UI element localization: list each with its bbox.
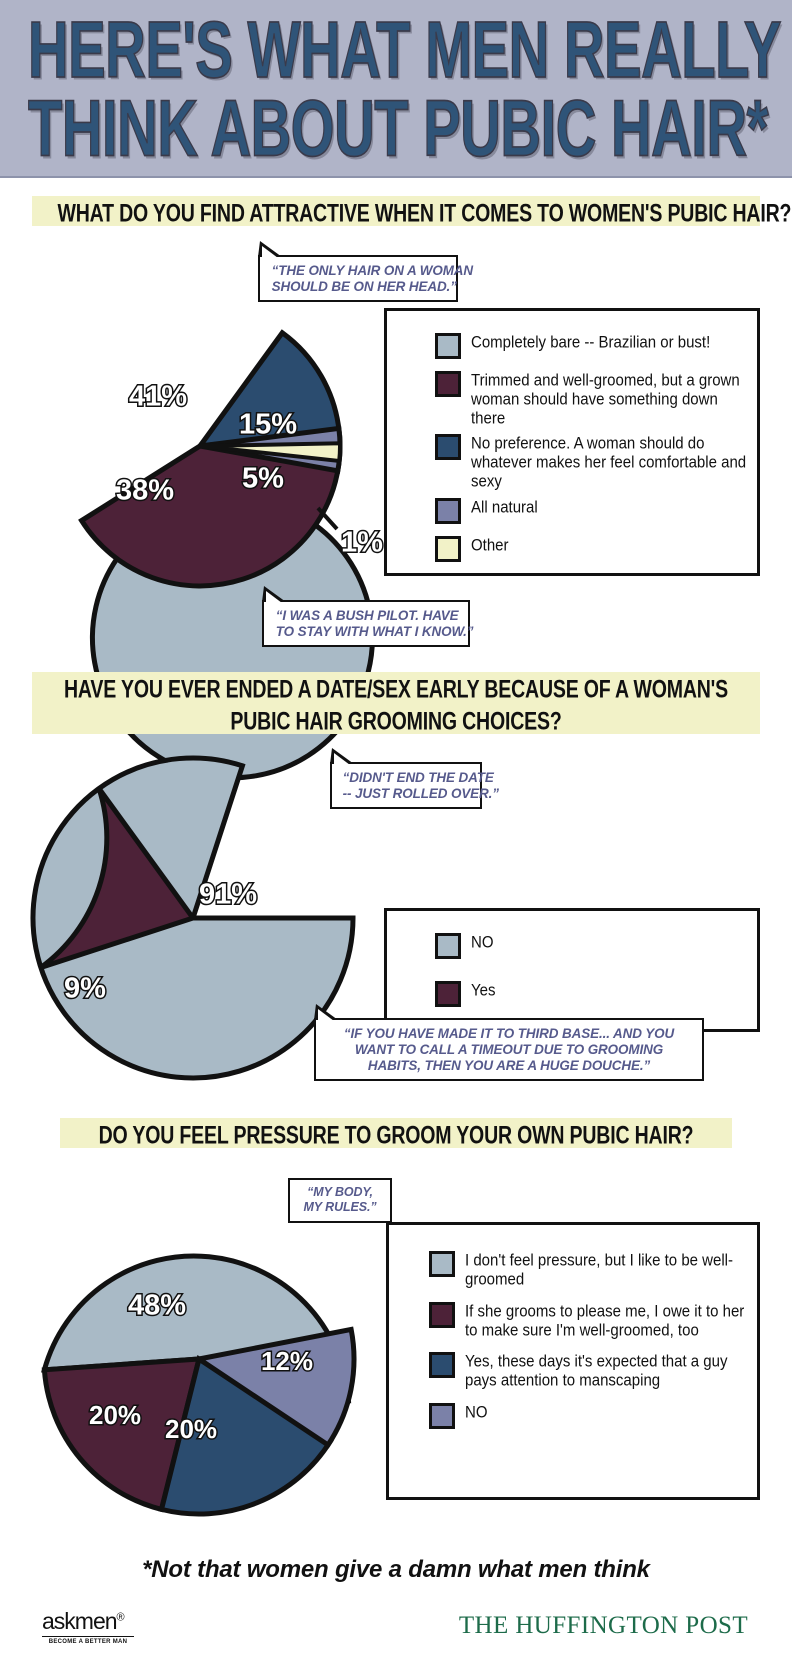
legend-item[interactable]: All natural: [435, 497, 747, 524]
pie-chart-3: 48% 20% 20% 12%: [24, 1194, 374, 1524]
page-title-line-2: Think About Pubic Hair*: [27, 83, 769, 174]
legend-item[interactable]: I don't feel pressure, but I like to be …: [429, 1251, 747, 1289]
legend-label: I don't feel pressure, but I like to be …: [465, 1251, 734, 1289]
legend-label: NO: [471, 933, 494, 953]
section-2-question-band: Have you ever ended a date/sex early bec…: [32, 672, 760, 735]
pie-1-label-1: 1%: [341, 527, 383, 559]
quote-didnt-end-the-date: “Didn't end the date -- just rolled over…: [330, 747, 499, 810]
quote-bush-pilot: “I was a bush pilot. Have to stay with w…: [262, 585, 474, 648]
legend-label: Trimmed and well-groomed, but a grown wo…: [471, 371, 740, 428]
legend-swatch-no: [429, 1402, 455, 1429]
quote-line: my rules.”: [303, 1198, 377, 1214]
legend-label: If she grooms to please me, I owe it to …: [465, 1301, 745, 1340]
legend-item[interactable]: If she grooms to please me, I owe it to …: [429, 1301, 747, 1339]
legend-swatch-if-she-grooms: [429, 1301, 455, 1328]
footnote: *Not that women give a damn what men thi…: [142, 1556, 650, 1583]
legend-label: other: [471, 535, 509, 555]
quote-line: “Didn't end the date: [342, 769, 494, 785]
legend-section-2: NO Yes: [384, 908, 760, 1032]
legend-item[interactable]: Yes, these days it's expected that a guy…: [429, 1352, 747, 1390]
pie-3-label-48: 48%: [128, 1290, 186, 1322]
section-3-question: Do you feel pressure to groom your own p…: [98, 1122, 694, 1150]
legend-item[interactable]: other: [435, 535, 747, 562]
legend-list: completely bare -- Brazilian or bust! Tr…: [435, 333, 747, 574]
legend-swatch-no-preference: [435, 434, 461, 461]
askmen-logo[interactable]: askmen® BECOME A BETTER MAN: [42, 1608, 134, 1645]
legend-swatch-other: [435, 535, 461, 562]
pie-2-label-91: 91%: [199, 879, 257, 911]
pie-3-label-12: 12%: [261, 1346, 313, 1376]
pie-3-label-20-navy: 20%: [165, 1414, 217, 1444]
legend-swatch-no: [435, 933, 461, 959]
pie-chart-1: 41% 38% 15% 5% 1%: [32, 296, 385, 781]
quote-line: -- just rolled over.”: [342, 785, 499, 802]
quote-line: “My body,: [307, 1184, 373, 1199]
pie-chart-3-svg: 48% 20% 20% 12%: [41, 1253, 357, 1517]
legend-list: I don't feel pressure, but I like to be …: [429, 1251, 747, 1445]
pie-2-label-9: 9%: [64, 973, 106, 1005]
legend-label: NO: [465, 1402, 488, 1422]
section-2-question: Have you ever ended a date/sex early bec…: [64, 676, 728, 736]
quote-line: to stay with what I know.”: [275, 623, 474, 640]
quote-third-base: “If you have made it to third base... an…: [314, 1003, 704, 1082]
pie-3-label-20-maroon: 20%: [89, 1400, 141, 1430]
legend-label: completely bare -- Brazilian or bust!: [471, 333, 711, 353]
page-title: Here's What Men Really Think About Pubic…: [27, 5, 782, 174]
header-banner: Here's What Men Really Think About Pubic…: [0, 0, 792, 178]
pie-1-label-15: 15%: [239, 409, 297, 441]
legend-swatch-manscaping: [429, 1352, 455, 1379]
quote-line: “The only hair on a woman: [271, 262, 474, 278]
section-1-question-band: What do you find attractive when it come…: [32, 196, 791, 227]
askmen-tagline: BECOME A BETTER MAN: [42, 1636, 134, 1645]
pie-1-label-5: 5%: [242, 463, 284, 495]
pie-chart-2: 91% 9%: [28, 748, 358, 1088]
infographic-page: Here's What Men Really Think About Pubic…: [0, 0, 792, 1680]
legend-item[interactable]: No preference. A woman should do whateve…: [435, 434, 747, 491]
pie-chart-1-svg: 41% 38% 15% 5% 1%: [78, 329, 385, 781]
legend-item[interactable]: Yes: [435, 981, 747, 1007]
pie-1-label-38: 38%: [116, 475, 174, 507]
pie-chart-2-svg: 91% 9%: [30, 755, 356, 1081]
section-1-question: What do you find attractive when it come…: [57, 200, 792, 228]
quote-line: “I was a bush pilot. Have: [275, 607, 459, 623]
legend-item[interactable]: Trimmed and well-groomed, but a grown wo…: [435, 371, 747, 428]
legend-swatch-yes: [435, 981, 461, 1007]
registered-trademark-icon: ®: [116, 1611, 125, 1624]
legend-swatch-all-natural: [435, 497, 461, 524]
quote-line: want to call a timeout due to grooming: [354, 1041, 664, 1058]
quote-my-body-my-rules: “My body, my rules.”: [288, 1178, 392, 1223]
legend-swatch-trimmed: [435, 371, 461, 397]
legend-item[interactable]: completely bare -- Brazilian or bust!: [435, 333, 747, 359]
quote-line: habits, then you are a huge douche.”: [367, 1057, 651, 1074]
page-title-line-1: Here's What Men Really: [27, 5, 782, 95]
section-3-question-band: Do you feel pressure to groom your own p…: [60, 1118, 732, 1149]
quote-line: should be on her head.”: [271, 278, 457, 295]
legend-swatch-bare: [435, 333, 461, 359]
legend-section-3: I don't feel pressure, but I like to be …: [386, 1222, 760, 1500]
legend-item[interactable]: NO: [429, 1402, 747, 1429]
legend-list: NO Yes: [435, 933, 747, 1029]
legend-section-1: completely bare -- Brazilian or bust! Tr…: [384, 308, 760, 576]
legend-label: No preference. A woman should do whateve…: [471, 434, 747, 492]
legend-label: All natural: [471, 497, 538, 517]
legend-item[interactable]: NO: [435, 933, 747, 959]
legend-swatch-no-pressure: [429, 1251, 455, 1277]
quote-line: “If you have made it to third base... an…: [343, 1025, 675, 1041]
legend-label: Yes: [471, 981, 496, 1001]
huffington-post-logo[interactable]: THE HUFFINGTON POST: [459, 1612, 748, 1640]
quote-the-only-hair: “The only hair on a woman should be on h…: [258, 240, 474, 303]
askmen-wordmark: askmen®: [42, 1608, 125, 1634]
legend-label: Yes, these days it's expected that a guy…: [465, 1352, 728, 1391]
pie-1-label-41: 41%: [129, 381, 187, 413]
